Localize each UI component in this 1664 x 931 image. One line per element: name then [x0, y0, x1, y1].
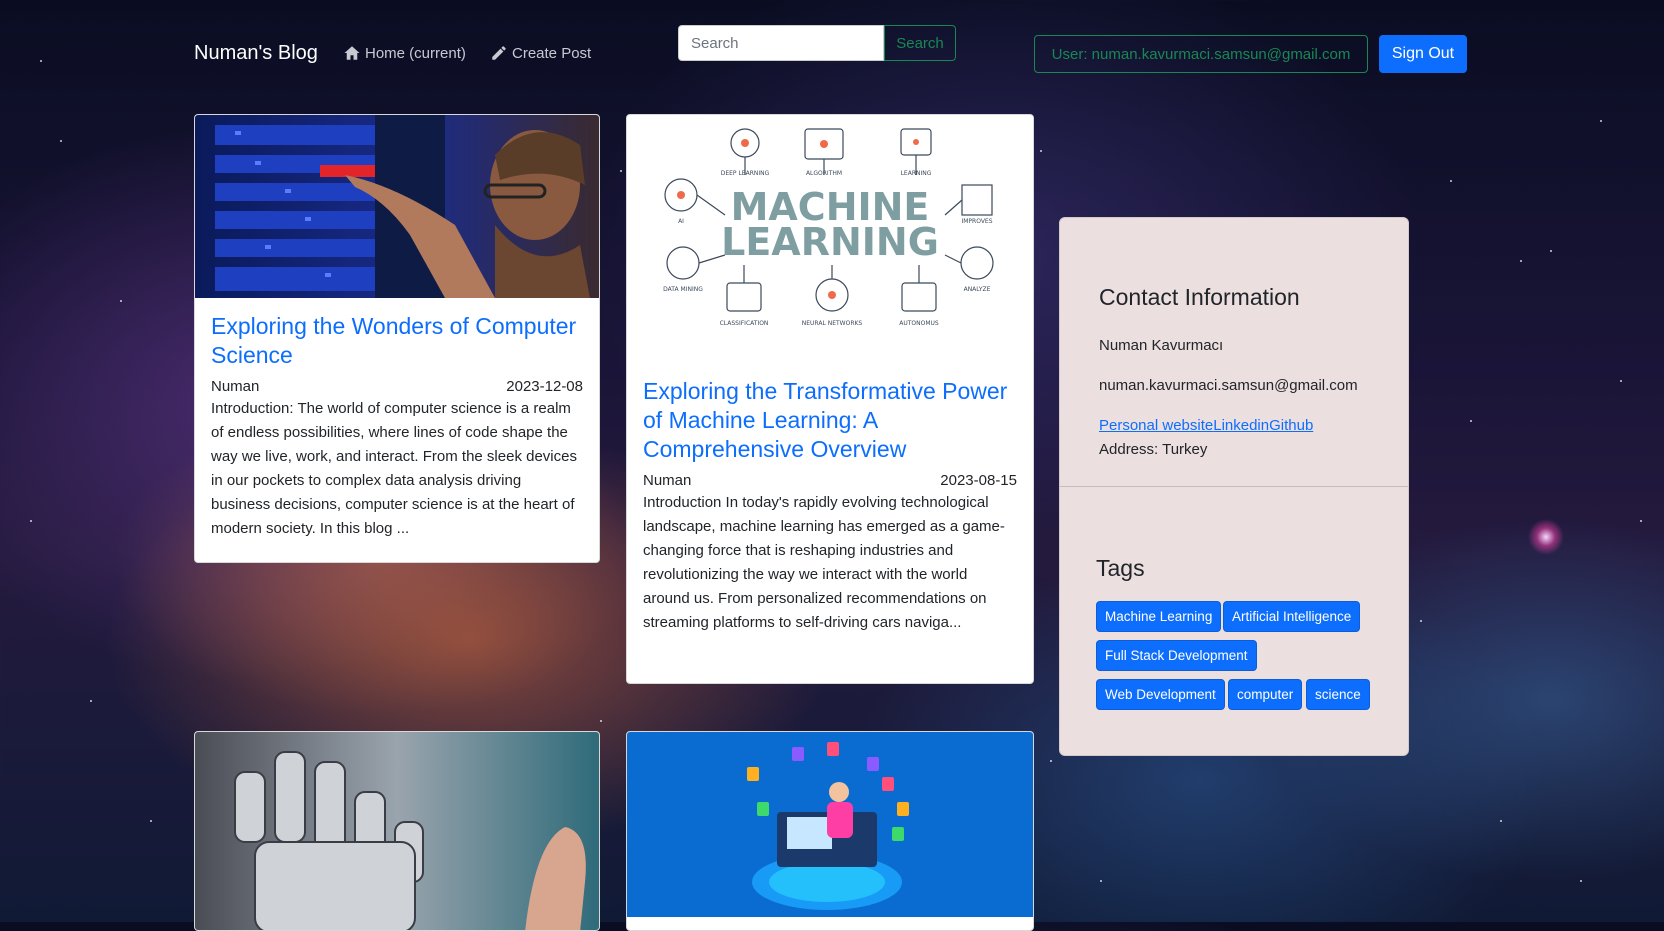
post-image-robot-hand — [195, 732, 599, 930]
sign-out-button[interactable]: Sign Out — [1379, 35, 1467, 73]
github-link[interactable]: Github — [1269, 417, 1313, 434]
user-account-button[interactable]: User: numan.kavurmaci.samsun@gmail.com — [1034, 35, 1368, 73]
ml-label: DEEP LEARNING — [721, 170, 770, 177]
tag-badge[interactable]: Machine Learning — [1096, 601, 1222, 632]
contact-links: Personal websiteLinkedinGithub — [1099, 417, 1313, 434]
nav-create-post-link[interactable]: Create Post — [490, 44, 591, 62]
ml-label: ALGORITHM — [806, 170, 842, 177]
post-card[interactable]: DEEP LEARNING ALGORITHM LEARNING AI IMPR… — [626, 114, 1034, 684]
post-date: 2023-08-15 — [940, 472, 1017, 489]
post-author: Numan — [211, 378, 260, 395]
nav-home-link[interactable]: Home (current) — [343, 44, 466, 62]
ml-label: AI — [678, 218, 684, 225]
post-excerpt: Introduction: The world of computer scie… — [211, 400, 577, 537]
sidebar-panel: Contact Information Numan Kavurmacı numa… — [1059, 217, 1409, 756]
ml-label: LEARNING — [901, 170, 932, 177]
post-date: 2023-12-08 — [506, 378, 583, 395]
home-icon — [344, 46, 360, 60]
tag-badge[interactable]: Full Stack Development — [1096, 640, 1257, 671]
post-image-server — [195, 115, 599, 298]
brand-logo[interactable]: Numan's Blog — [194, 42, 318, 65]
tag-badge[interactable]: Web Development — [1096, 679, 1225, 710]
tags-title: Tags — [1096, 555, 1145, 581]
post-title[interactable]: Exploring the Wonders of Computer Scienc… — [211, 312, 583, 370]
post-title[interactable]: Exploring the Transformative Power of Ma… — [643, 377, 1017, 464]
nav-home-label: Home (current) — [365, 44, 466, 62]
ml-label: CLASSIFICATION — [720, 320, 769, 327]
ml-label: ANALYZE — [964, 286, 991, 293]
contact-title: Contact Information — [1099, 284, 1300, 310]
post-card[interactable] — [194, 731, 600, 931]
pencil-icon — [492, 46, 506, 60]
nav-create-post-label: Create Post — [512, 44, 592, 62]
ml-title-line2: LEARNING — [721, 220, 939, 264]
ml-label: NEURAL NETWORKS — [802, 320, 863, 327]
contact-name: Numan Kavurmacı — [1099, 337, 1224, 354]
linkedin-link[interactable]: Linkedin — [1213, 417, 1269, 434]
search-input[interactable] — [678, 25, 884, 61]
post-image-web-development — [627, 732, 1033, 917]
ml-label: DATA MINING — [663, 286, 703, 293]
tag-badge[interactable]: Artificial Intelligence — [1223, 601, 1361, 632]
post-card[interactable]: Exploring the Wonders of Computer Scienc… — [194, 114, 600, 563]
ml-label: AUTONOMUS — [899, 320, 939, 327]
post-image-machine-learning: DEEP LEARNING ALGORITHM LEARNING AI IMPR… — [627, 115, 1033, 363]
tag-badge[interactable]: computer — [1228, 679, 1303, 710]
ml-label: IMPROVES — [961, 218, 992, 225]
contact-address: Address: Turkey — [1099, 441, 1208, 458]
tag-badge[interactable]: science — [1306, 679, 1370, 710]
search-button[interactable]: Search — [884, 25, 956, 61]
post-author: Numan — [643, 472, 692, 489]
post-excerpt: Introduction In today's rapidly evolving… — [643, 494, 1005, 631]
post-card[interactable] — [626, 731, 1034, 931]
personal-website-link[interactable]: Personal website — [1099, 417, 1213, 434]
sidebar-divider — [1060, 486, 1408, 487]
contact-email: numan.kavurmaci.samsun@gmail.com — [1099, 377, 1358, 394]
